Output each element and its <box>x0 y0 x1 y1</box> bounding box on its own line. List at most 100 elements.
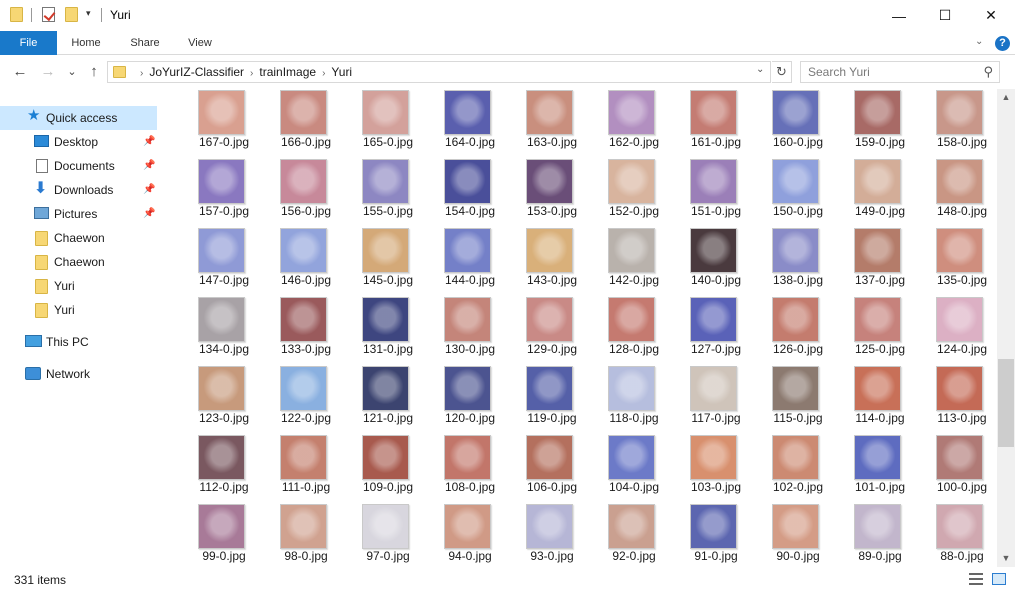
file-item[interactable]: 106-0.jpg <box>511 435 593 504</box>
file-item[interactable]: 142-0.jpg <box>593 228 675 297</box>
chevron-right-icon[interactable]: › <box>250 68 253 79</box>
file-item[interactable]: 121-0.jpg <box>347 366 429 435</box>
forward-button[interactable]: → <box>38 62 58 82</box>
file-item[interactable]: 101-0.jpg <box>839 435 921 504</box>
back-button[interactable]: ← <box>10 62 30 82</box>
file-item[interactable]: 89-0.jpg <box>839 504 921 567</box>
image-thumbnail[interactable] <box>772 228 819 273</box>
image-thumbnail[interactable] <box>690 159 737 204</box>
image-thumbnail[interactable] <box>854 228 901 273</box>
vertical-scrollbar[interactable]: ▲ ▼ <box>997 89 1015 567</box>
expand-ribbon-icon[interactable]: ⌄ <box>975 36 983 47</box>
scroll-up-icon[interactable]: ▲ <box>997 89 1015 106</box>
large-icons-view-button[interactable] <box>992 573 1006 585</box>
file-item[interactable]: 124-0.jpg <box>921 297 997 366</box>
sidebar-item-desktop[interactable]: Desktop 📌 <box>0 130 157 154</box>
image-thumbnail[interactable] <box>198 228 245 273</box>
file-item[interactable]: 140-0.jpg <box>675 228 757 297</box>
image-thumbnail[interactable] <box>444 297 491 342</box>
image-thumbnail[interactable] <box>444 159 491 204</box>
sidebar-item-quick-access[interactable]: ★ Quick access <box>0 106 157 130</box>
file-item[interactable]: 99-0.jpg <box>183 504 265 567</box>
pin-icon[interactable]: 📌 <box>143 154 155 178</box>
image-thumbnail[interactable] <box>198 297 245 342</box>
image-thumbnail[interactable] <box>608 504 655 549</box>
file-item[interactable]: 144-0.jpg <box>429 228 511 297</box>
file-item[interactable]: 154-0.jpg <box>429 159 511 228</box>
scrollbar-thumb[interactable] <box>998 359 1014 447</box>
image-thumbnail[interactable] <box>772 366 819 411</box>
customize-toolbar-icon[interactable]: ▾ <box>86 8 91 19</box>
file-item[interactable]: 161-0.jpg <box>675 90 757 159</box>
image-thumbnail[interactable] <box>608 297 655 342</box>
image-thumbnail[interactable] <box>198 159 245 204</box>
file-item[interactable]: 133-0.jpg <box>265 297 347 366</box>
file-item[interactable]: 130-0.jpg <box>429 297 511 366</box>
file-item[interactable]: 159-0.jpg <box>839 90 921 159</box>
sidebar-item-network[interactable]: Network <box>0 362 157 386</box>
file-item[interactable]: 120-0.jpg <box>429 366 511 435</box>
pin-icon[interactable]: 📌 <box>143 202 155 226</box>
recent-locations-button[interactable]: ⌄ <box>62 62 82 82</box>
sidebar-item-chaewon[interactable]: Chaewon <box>0 226 157 250</box>
image-thumbnail[interactable] <box>936 297 983 342</box>
file-item[interactable]: 149-0.jpg <box>839 159 921 228</box>
image-thumbnail[interactable] <box>362 228 409 273</box>
image-thumbnail[interactable] <box>854 297 901 342</box>
new-folder-icon[interactable] <box>65 7 78 22</box>
sidebar-item-yuri[interactable]: Yuri <box>0 274 157 298</box>
image-thumbnail[interactable] <box>854 504 901 549</box>
image-thumbnail[interactable] <box>854 90 901 135</box>
search-box[interactable]: ⚲ <box>800 61 1000 83</box>
pin-icon[interactable]: 📌 <box>143 130 155 154</box>
image-thumbnail[interactable] <box>854 435 901 480</box>
image-thumbnail[interactable] <box>444 90 491 135</box>
file-item[interactable]: 127-0.jpg <box>675 297 757 366</box>
image-thumbnail[interactable] <box>936 159 983 204</box>
image-thumbnail[interactable] <box>936 504 983 549</box>
image-thumbnail[interactable] <box>198 435 245 480</box>
image-thumbnail[interactable] <box>772 90 819 135</box>
file-item[interactable]: 97-0.jpg <box>347 504 429 567</box>
image-thumbnail[interactable] <box>526 159 573 204</box>
image-thumbnail[interactable] <box>854 159 901 204</box>
file-item[interactable]: 115-0.jpg <box>757 366 839 435</box>
file-item[interactable]: 134-0.jpg <box>183 297 265 366</box>
image-thumbnail[interactable] <box>198 366 245 411</box>
image-thumbnail[interactable] <box>362 366 409 411</box>
help-icon[interactable]: ? <box>995 36 1010 51</box>
image-thumbnail[interactable] <box>444 504 491 549</box>
image-thumbnail[interactable] <box>690 297 737 342</box>
file-item[interactable]: 131-0.jpg <box>347 297 429 366</box>
image-thumbnail[interactable] <box>526 366 573 411</box>
chevron-right-icon[interactable]: › <box>140 68 143 79</box>
image-thumbnail[interactable] <box>362 159 409 204</box>
file-item[interactable]: 119-0.jpg <box>511 366 593 435</box>
refresh-button[interactable]: ↻ <box>772 61 792 83</box>
file-item[interactable]: 162-0.jpg <box>593 90 675 159</box>
file-item[interactable]: 94-0.jpg <box>429 504 511 567</box>
sidebar-item-documents[interactable]: Documents 📌 <box>0 154 157 178</box>
file-item[interactable]: 126-0.jpg <box>757 297 839 366</box>
file-item[interactable]: 102-0.jpg <box>757 435 839 504</box>
sidebar-item-downloads[interactable]: ⬇ Downloads 📌 <box>0 178 157 202</box>
image-thumbnail[interactable] <box>772 159 819 204</box>
file-item[interactable]: 156-0.jpg <box>265 159 347 228</box>
file-item[interactable]: 163-0.jpg <box>511 90 593 159</box>
image-thumbnail[interactable] <box>444 366 491 411</box>
image-thumbnail[interactable] <box>936 435 983 480</box>
up-button[interactable]: ↑ <box>84 62 104 82</box>
image-thumbnail[interactable] <box>526 435 573 480</box>
file-item[interactable]: 157-0.jpg <box>183 159 265 228</box>
image-thumbnail[interactable] <box>690 435 737 480</box>
file-item[interactable]: 166-0.jpg <box>265 90 347 159</box>
tab-view[interactable]: View <box>180 31 220 55</box>
image-thumbnail[interactable] <box>608 435 655 480</box>
file-item[interactable]: 103-0.jpg <box>675 435 757 504</box>
file-item[interactable]: 165-0.jpg <box>347 90 429 159</box>
file-item[interactable]: 90-0.jpg <box>757 504 839 567</box>
file-item[interactable]: 109-0.jpg <box>347 435 429 504</box>
image-thumbnail[interactable] <box>608 228 655 273</box>
minimize-button[interactable]: — <box>876 0 922 31</box>
sidebar-item-this-pc[interactable]: This PC <box>0 330 157 354</box>
